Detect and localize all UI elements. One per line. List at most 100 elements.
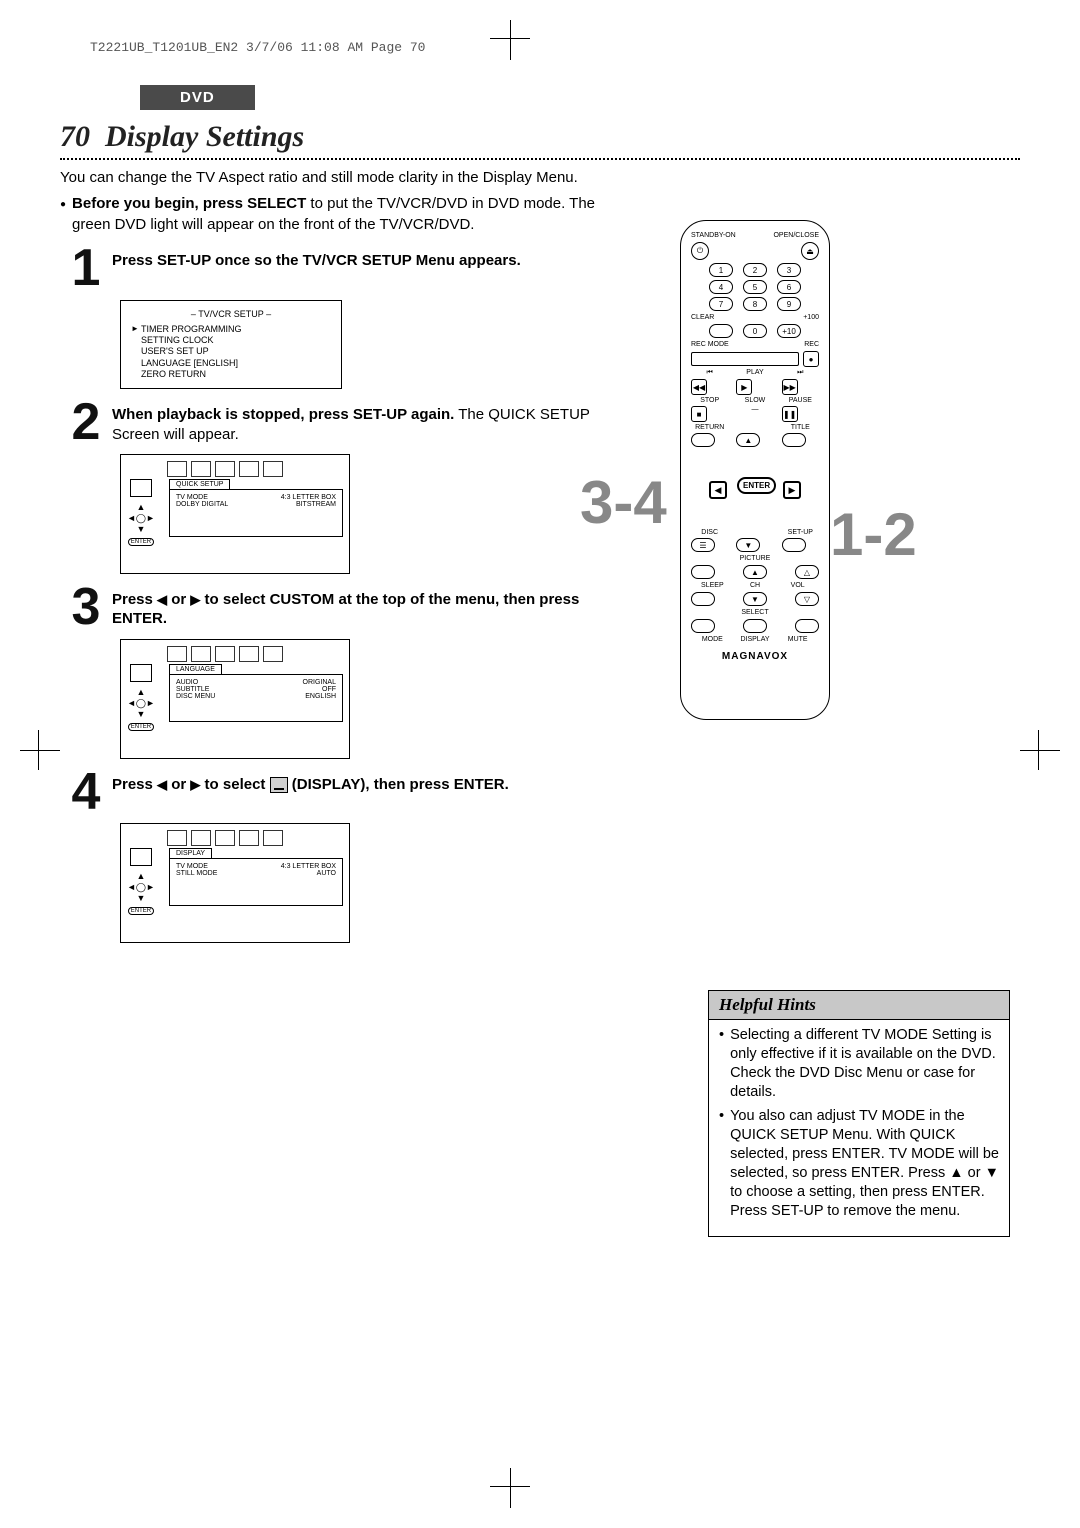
osd2-nav-icon: ▲ ◄◯► ▼ ENTER xyxy=(127,479,155,546)
osd1-item-0: TIMER PROGRAMMING xyxy=(141,324,242,335)
remote-setup-button[interactable] xyxy=(782,538,806,552)
osd1-title: – TV/VCR SETUP – xyxy=(131,309,331,320)
osd4-top-icons xyxy=(167,830,343,846)
remote-ch-up-button[interactable]: ▲ xyxy=(743,565,767,579)
remote-pause-label: PAUSE xyxy=(782,397,819,404)
remote-rew-button[interactable]: ◀◀ xyxy=(691,379,707,395)
remote-openclose-button[interactable]: ⏏ xyxy=(801,242,819,260)
osd2-r1a: TV MODE xyxy=(176,494,208,501)
remote-ch-down-button[interactable]: ▼ xyxy=(743,592,767,606)
remote-num-2[interactable]: 2 xyxy=(743,263,767,277)
osd3-tab: LANGUAGE xyxy=(169,664,222,674)
dotted-rule xyxy=(60,158,1020,160)
remote-return-label: RETURN xyxy=(691,424,728,431)
remote-right-button[interactable]: ▶ xyxy=(783,481,801,499)
remote-slow-label: SLOW xyxy=(736,397,773,404)
remote-pause-button[interactable]: ❚❚ xyxy=(782,406,798,422)
remote-sleep-label: SLEEP xyxy=(691,582,734,589)
osd3-r3b: ENGLISH xyxy=(305,693,336,700)
remote-rec-button[interactable]: ● xyxy=(803,351,819,367)
remote-enter-button[interactable]: ENTER xyxy=(737,477,776,494)
remote-up-button[interactable]: ▲ xyxy=(736,433,760,447)
remote-openclose-label: OPEN/CLOSE xyxy=(773,232,819,239)
remote-ff-button[interactable]: ▶▶ xyxy=(782,379,798,395)
step-4-text-a: Press xyxy=(112,776,157,793)
page-title: 70 Display Settings xyxy=(60,120,1020,154)
remote-plus100-button[interactable]: +10 xyxy=(777,324,801,338)
intro-bullet: Before you begin, press SELECT to put th… xyxy=(60,194,620,235)
remote-select-label: SELECT xyxy=(691,609,819,616)
step-2-number: 2 xyxy=(60,399,112,446)
helpful-hints-box: Helpful Hints Selecting a different TV M… xyxy=(708,990,1010,1237)
remote-vol-down-button[interactable]: ▽ xyxy=(795,592,819,606)
remote-setup-label: SET-UP xyxy=(782,529,819,536)
remote-standby-label: STANDBY-ON xyxy=(691,232,736,239)
osd4-r1b: 4:3 LETTER BOX xyxy=(281,863,336,870)
remote-mute-button[interactable] xyxy=(795,619,819,633)
step-1-number: 1 xyxy=(60,245,112,292)
remote-num-5[interactable]: 5 xyxy=(743,280,767,294)
osd3-r1a: AUDIO xyxy=(176,679,198,686)
remote-num-7[interactable]: 7 xyxy=(709,297,733,311)
remote-recmode-label: REC MODE xyxy=(691,341,729,348)
step-4-text-c: to select xyxy=(200,776,269,793)
step-4-number: 4 xyxy=(60,769,112,816)
remote-mute-label: MUTE xyxy=(776,636,819,643)
osd2-r1b: 4:3 LETTER BOX xyxy=(281,494,336,501)
remote-play-button[interactable]: ▶ xyxy=(736,379,752,395)
remote-picture-button[interactable] xyxy=(691,565,715,579)
step-1-text: Press SET-UP once so the TV/VCR SETUP Me… xyxy=(112,252,521,269)
osd1-item-3: LANGUAGE [ENGLISH] xyxy=(141,358,238,369)
remote-play-label: PLAY xyxy=(736,369,773,377)
remote-display-label: DISPLAY xyxy=(734,636,777,643)
osd4-r2b: AUTO xyxy=(317,870,336,877)
remote-standby-button[interactable]: ⏻ xyxy=(691,242,709,260)
intro-bullet-bold: Before you begin, press SELECT xyxy=(72,195,306,212)
print-header: T2221UB_T1201UB_EN2 3/7/06 11:08 AM Page… xyxy=(90,40,1020,55)
remote-left-button[interactable]: ◀ xyxy=(709,481,727,499)
remote-disc-label: DISC xyxy=(691,529,728,536)
osd-quick-setup: ▲ ◄◯► ▼ ENTER QUICK SETUP TV MODE4:3 LET… xyxy=(120,454,350,574)
remote-return-button[interactable] xyxy=(691,433,715,447)
osd3-r3a: DISC MENU xyxy=(176,693,215,700)
remote-stop-label: STOP xyxy=(691,397,728,404)
osd-tv-vcr-setup: – TV/VCR SETUP – ►TIMER PROGRAMMING SETT… xyxy=(120,300,342,390)
remote-sleep-button[interactable] xyxy=(691,592,715,606)
osd3-r1b: ORIGINAL xyxy=(303,679,336,686)
section-tab: DVD xyxy=(140,85,255,110)
osd1-item-1: SETTING CLOCK xyxy=(141,335,214,346)
remote-display-button[interactable] xyxy=(743,619,767,633)
remote-num-8[interactable]: 8 xyxy=(743,297,767,311)
osd3-nav-icon: ▲ ◄◯► ▼ ENTER xyxy=(127,664,155,731)
remote-num-4[interactable]: 4 xyxy=(709,280,733,294)
osd-display: ▲ ◄◯► ▼ ENTER DISPLAY TV MODE4:3 LETTER … xyxy=(120,823,350,943)
remote-num-9[interactable]: 9 xyxy=(777,297,801,311)
remote-disc-button[interactable]: ☰ xyxy=(691,538,715,552)
right-arrow-icon: ▶ xyxy=(190,592,200,607)
step-3-text-a: Press xyxy=(112,591,157,608)
step-1: 1 Press SET-UP once so the TV/VCR SETUP … xyxy=(60,245,620,292)
page-number: 70 xyxy=(60,120,90,153)
remote-select-button[interactable] xyxy=(691,619,715,633)
left-arrow-icon-2: ◀ xyxy=(157,777,167,792)
remote-clear-label: CLEAR xyxy=(691,314,714,321)
remote-num-0[interactable]: 0 xyxy=(743,324,767,338)
osd4-r1a: TV MODE xyxy=(176,863,208,870)
remote-title-button[interactable] xyxy=(782,433,806,447)
crop-mark-top xyxy=(510,20,511,60)
remote-num-6[interactable]: 6 xyxy=(777,280,801,294)
crop-mark-right xyxy=(1020,750,1060,751)
remote-clear-button[interactable] xyxy=(709,324,733,338)
hints-title: Helpful Hints xyxy=(709,991,1009,1020)
step-3-text-b: or xyxy=(167,591,190,608)
remote-down-button[interactable]: ▼ xyxy=(736,538,760,552)
right-arrow-icon-2: ▶ xyxy=(190,777,200,792)
remote-vol-up-button[interactable]: △ xyxy=(795,565,819,579)
callout-1-2: 1-2 xyxy=(830,500,917,569)
remote-stop-button[interactable]: ■ xyxy=(691,406,707,422)
remote-vol-label: VOL xyxy=(776,582,819,589)
remote-num-3[interactable]: 3 xyxy=(777,263,801,277)
remote-num-1[interactable]: 1 xyxy=(709,263,733,277)
osd4-r2a: STILL MODE xyxy=(176,870,217,877)
remote-recmode-button[interactable] xyxy=(691,352,799,366)
